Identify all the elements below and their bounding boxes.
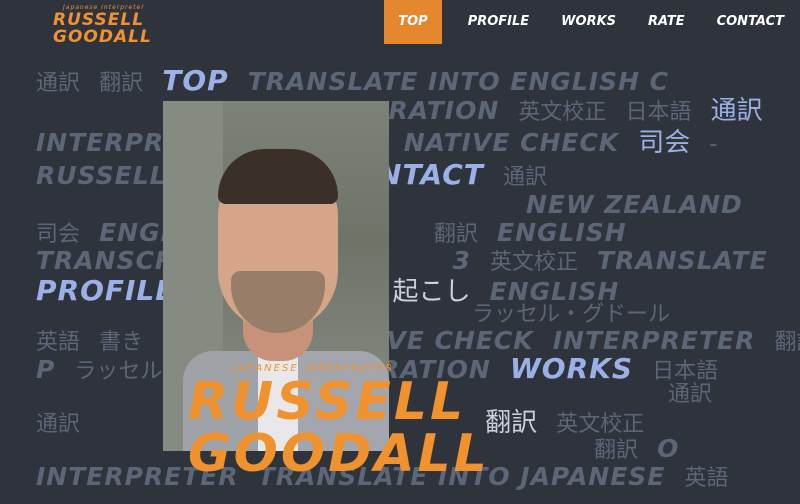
nav-rate[interactable]: RATE	[632, 0, 701, 44]
word: P	[36, 355, 56, 384]
logo-line2: GOODALL	[53, 27, 152, 47]
word: 翻訳	[774, 330, 800, 355]
nav-top[interactable]: TOP	[384, 0, 442, 44]
word-row: 通訳	[668, 380, 726, 410]
word: ラッセル	[74, 359, 163, 384]
main-nav: TOP PROFILE WORKS RATE CONTACT	[384, 0, 800, 44]
word: 司会	[638, 128, 691, 158]
nav-contact[interactable]: CONTACT	[701, 0, 800, 44]
word-link-works[interactable]: WORKS	[510, 354, 633, 384]
word-row: 翻訳 O	[594, 434, 693, 464]
nav-works[interactable]: WORKS	[545, 0, 632, 44]
word-link-profile[interactable]: PROFILE	[36, 276, 175, 306]
word: 翻訳	[485, 408, 538, 438]
word: NEW ZEALAND	[526, 190, 743, 219]
word-link-top[interactable]: TOP	[162, 66, 228, 96]
nav-profile[interactable]: PROFILE	[452, 0, 545, 44]
word: 通訳	[36, 71, 81, 96]
hair	[218, 149, 338, 204]
word: 日本語	[625, 100, 692, 125]
brand-line2: GOODALL	[188, 424, 490, 484]
word-row: NEW ZEALAND	[526, 190, 757, 220]
word: -	[709, 132, 718, 157]
word: 翻訳	[99, 71, 144, 96]
word: 通訳	[668, 382, 713, 407]
word: 英文校正	[518, 100, 607, 125]
word: 通訳	[502, 165, 547, 190]
word: TRANSLATE INTO ENGLISH C	[247, 67, 670, 96]
word-row: NARRATION 英文校正 日本語 通訳	[326, 96, 777, 126]
word-row: TRANSCRIPTION 3 英文校正 TRANSLATE	[36, 246, 782, 276]
word: ENGLISH	[497, 218, 627, 247]
word: 英文校正	[489, 250, 578, 275]
word: 3	[452, 246, 471, 275]
word: 英語	[684, 466, 729, 491]
word-row: 通訳 翻訳 TOP TRANSLATE INTO ENGLISH C	[36, 66, 683, 97]
site-logo[interactable]: Japanese Interpreter RUSSELL GOODALL	[53, 4, 152, 46]
word: O	[657, 434, 680, 463]
brand-line1: RUSSELL	[188, 372, 467, 432]
word: 通訳	[710, 96, 763, 126]
word: 通訳	[36, 412, 81, 437]
word-row: 英語 書き NATIVE CHECK INTERPRETER 翻訳	[36, 326, 800, 356]
word: NATIVE CHECK	[403, 128, 620, 157]
brand-title: JAPANESE INTERPRETER RUSSELL GOODALL	[188, 362, 490, 480]
word: TRANSLATE	[597, 246, 768, 275]
word: RUSSELL	[36, 161, 167, 190]
